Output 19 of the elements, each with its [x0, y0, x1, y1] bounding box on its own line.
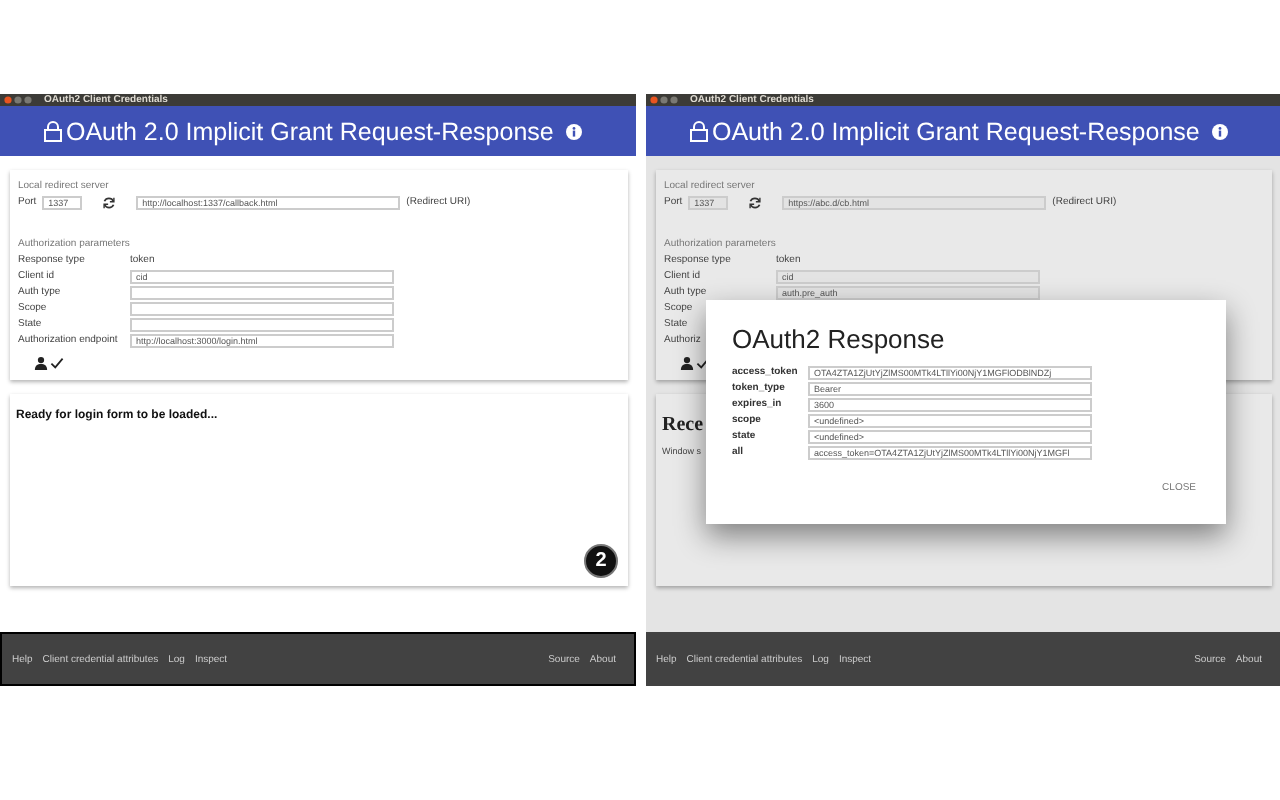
lock-icon [44, 120, 62, 142]
lock-icon [690, 120, 708, 142]
window-buttons-icon[interactable] [4, 96, 36, 104]
app-heading: OAuth 2.0 Implicit Grant Request-Response [712, 117, 1200, 145]
window-buttons-icon[interactable] [650, 96, 682, 104]
dialog-title: OAuth2 Response [732, 324, 947, 354]
number-badge: 2 [584, 544, 618, 578]
input-field[interactable] [130, 302, 394, 316]
person-icon[interactable] [34, 356, 48, 370]
app-heading: OAuth 2.0 Implicit Grant Request-Response [66, 117, 554, 145]
person-icon[interactable] [680, 356, 694, 370]
input-field[interactable] [130, 318, 394, 332]
input-field[interactable] [130, 286, 394, 300]
check-icon[interactable] [50, 356, 64, 370]
refresh-icon[interactable] [102, 196, 117, 210]
refresh-icon[interactable] [748, 196, 763, 210]
section-heading: Rece [662, 414, 704, 436]
info-icon[interactable] [1211, 123, 1228, 139]
info-icon[interactable] [565, 123, 582, 139]
